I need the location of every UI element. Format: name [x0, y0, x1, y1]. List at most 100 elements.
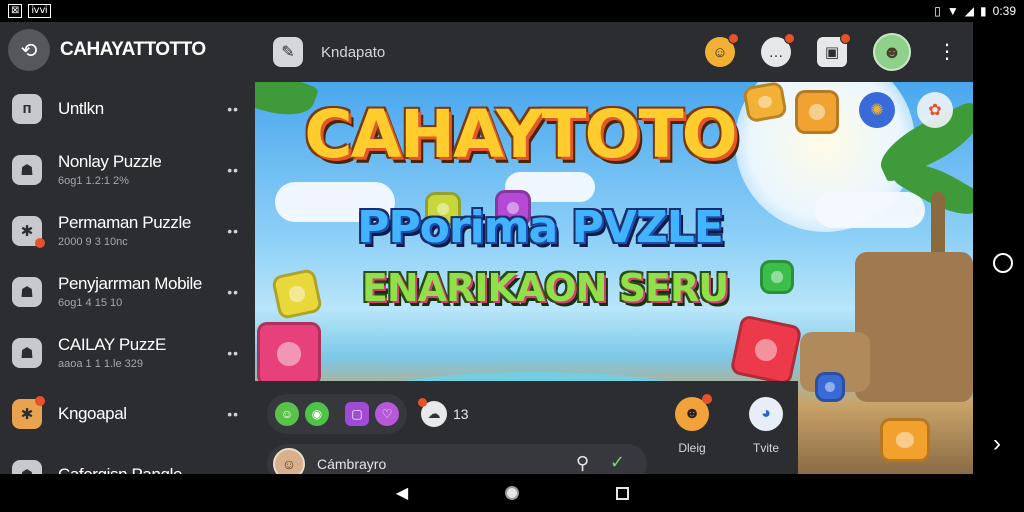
cloud: [815, 192, 925, 228]
sidebar-item-penyjarrman-mobile[interactable]: ☗ Penyjarrman Mobile 6og1 4 15 10 ••: [0, 261, 255, 322]
sidebar-item-label: Kngoapal: [58, 403, 127, 423]
more-dots-icon[interactable]: ••: [227, 406, 239, 422]
sidebar: ⟲ CAHAYATTOTTO ᴨ Untlkn •• ☗ Nonlay Puzz…: [0, 22, 255, 474]
banner-tagline: ENARIKAON SERU: [361, 266, 729, 310]
sidebar-item-label: Untlkn: [58, 98, 104, 118]
navigation-bar: ◀: [0, 474, 1024, 512]
brand-title: CAHAYATTOTTO: [60, 39, 206, 60]
sidebar-item-permaman-puzzle[interactable]: ✱ Permaman Puzzle 2000 9 3 10nc ••: [0, 200, 255, 261]
face-icon: ◉: [305, 402, 329, 426]
edit-icon[interactable]: ✎: [273, 37, 303, 67]
emoji-reaction-button[interactable]: ☺: [705, 33, 739, 67]
vibrate-icon: ▯: [934, 4, 941, 18]
signal-icon: ◢: [964, 4, 975, 18]
action-dleig[interactable]: ☻ Dleig: [668, 394, 716, 471]
sidebar-item-untlkn[interactable]: ᴨ Untlkn ••: [0, 78, 255, 139]
recents-icon: [615, 486, 629, 500]
circle-button[interactable]: [993, 253, 1013, 273]
robot-icon: ☗: [12, 459, 42, 474]
candy-cube: [760, 260, 794, 294]
puzzle-p-icon: ᴨ: [12, 93, 42, 124]
sidebar-item-sub: 2000 9 3 10nc: [58, 236, 128, 248]
sidebar-item-label: Penyjarrman Mobile: [58, 274, 202, 293]
sidebar-item-cailay-puzze[interactable]: ☗ CAILAY PuzzE aaoa 1 1 1.le 329 ••: [0, 322, 255, 383]
notification-badge: [418, 398, 427, 407]
sidebar-item-label: Nonlay Puzzle: [58, 152, 162, 171]
candy-cube: [729, 314, 803, 386]
notification-badge: [840, 33, 851, 44]
brand-header[interactable]: ⟲ CAHAYATTOTTO: [0, 22, 255, 78]
chat-button[interactable]: …: [761, 33, 795, 67]
robot-icon: ☗: [12, 154, 42, 185]
banner-subtitle: PPorima PVZLE: [357, 202, 724, 253]
badge-icon[interactable]: ✺: [859, 92, 895, 128]
back-button[interactable]: ◀: [390, 481, 414, 505]
home-icon: [505, 486, 519, 500]
puzzle-piece-icon: ✱: [12, 215, 45, 248]
unread-badge: [35, 237, 45, 248]
inbox-button[interactable]: ▣: [817, 33, 851, 67]
action-label: Tvite: [752, 441, 779, 455]
more-dots-icon[interactable]: ••: [227, 101, 239, 117]
chevron-right-icon[interactable]: ›: [993, 432, 1001, 456]
clock: 0:39: [992, 4, 1016, 18]
candy-cube: [795, 90, 839, 134]
rock-cliff: [855, 252, 973, 402]
candy-cube: [815, 372, 845, 402]
sidebar-item-label: Permaman Puzzle: [58, 213, 191, 232]
sidebar-item-label: Cafergisn Pangle: [58, 464, 183, 475]
right-system-strip: [973, 22, 1024, 474]
status-left: ⊠ ⅳⅵ: [8, 4, 51, 18]
sidebar-item-sub: aaoa 1 1 1.le 329: [58, 358, 144, 370]
face-icon: ☺: [275, 402, 299, 426]
action-label: Dleig: [678, 441, 706, 455]
unread-badge: [35, 395, 45, 406]
sticker-icon: ♡: [375, 402, 399, 426]
notification-badge: [728, 33, 739, 44]
sidebar-item-label: CAILAY PuzzE: [58, 335, 166, 354]
more-dots-icon[interactable]: ••: [227, 162, 239, 178]
reaction-pill[interactable]: ☺ ◉ ▢ ♡: [267, 394, 407, 434]
main-header: ✎ Kndapato ☺ … ▣ ☻ ⋮: [255, 22, 973, 82]
status-right: ▯ ▼ ◢ ▮ 0:39: [934, 4, 1016, 18]
header-actions: ☺ … ▣ ☻ ⋮: [705, 22, 957, 82]
notification-badge: [784, 33, 795, 44]
sidebar-item-cafergisn-pangle[interactable]: ☗ Cafergisn Pangle: [0, 444, 255, 474]
brand-logo-icon: ⟲: [8, 29, 50, 71]
search-icon[interactable]: ⚲: [576, 453, 589, 474]
more-dots-icon[interactable]: ••: [227, 284, 239, 300]
notification-icon-2: ⅳⅵ: [28, 4, 51, 18]
candy-cube: [257, 322, 321, 386]
reaction-count: 13: [453, 406, 469, 422]
monster-icon: ☻: [675, 394, 712, 431]
post-actions: ☻ Dleig ◕ Tvite: [668, 394, 790, 471]
reaction-counter[interactable]: ☁ 13: [418, 398, 469, 427]
more-dots-icon[interactable]: ••: [227, 223, 239, 239]
robot-icon: ☗: [12, 276, 42, 307]
sidebar-item-kngoapal[interactable]: ✱ Kngoapal ••: [0, 383, 255, 444]
flower-icon[interactable]: ✿: [917, 92, 953, 128]
status-bar: ⊠ ⅳⅵ ▯ ▼ ◢ ▮ 0:39: [0, 0, 1024, 22]
kebab-menu-icon[interactable]: ⋮: [937, 42, 957, 62]
post-panel: ☺ ◉ ▢ ♡ ☁ 13 ☻ Dleig ◕ Tvite ☺ Cámbrayro…: [255, 381, 798, 484]
puzzle-orange-icon: ✱: [12, 395, 45, 429]
wifi-icon: ▼: [946, 4, 959, 18]
check-icon[interactable]: ✓: [610, 452, 625, 473]
notification-badge: [702, 394, 712, 404]
author-name: Cámbrayro: [317, 456, 387, 472]
banner-title: CAHAYTOTO: [304, 96, 738, 173]
battery-icon: ▮: [980, 4, 987, 18]
chat-bubble-icon: ◕: [749, 397, 783, 431]
robot-icon: ☗: [12, 337, 42, 368]
home-button[interactable]: [500, 481, 524, 505]
candy-cube: [270, 267, 324, 321]
more-dots-icon[interactable]: ••: [227, 345, 239, 361]
notification-icon: ⊠: [8, 4, 23, 18]
header-title: Kndapato: [321, 43, 386, 61]
sidebar-item-nonlay-puzzle[interactable]: ☗ Nonlay Puzzle 6og1 1.2:1 2% ••: [0, 139, 255, 200]
user-avatar[interactable]: ☻: [873, 33, 911, 71]
sticker-icon: ▢: [345, 402, 369, 426]
recents-button[interactable]: [610, 481, 634, 505]
sidebar-item-sub: 6og1 1.2:1 2%: [58, 175, 129, 187]
action-tvite[interactable]: ◕ Tvite: [742, 397, 790, 471]
